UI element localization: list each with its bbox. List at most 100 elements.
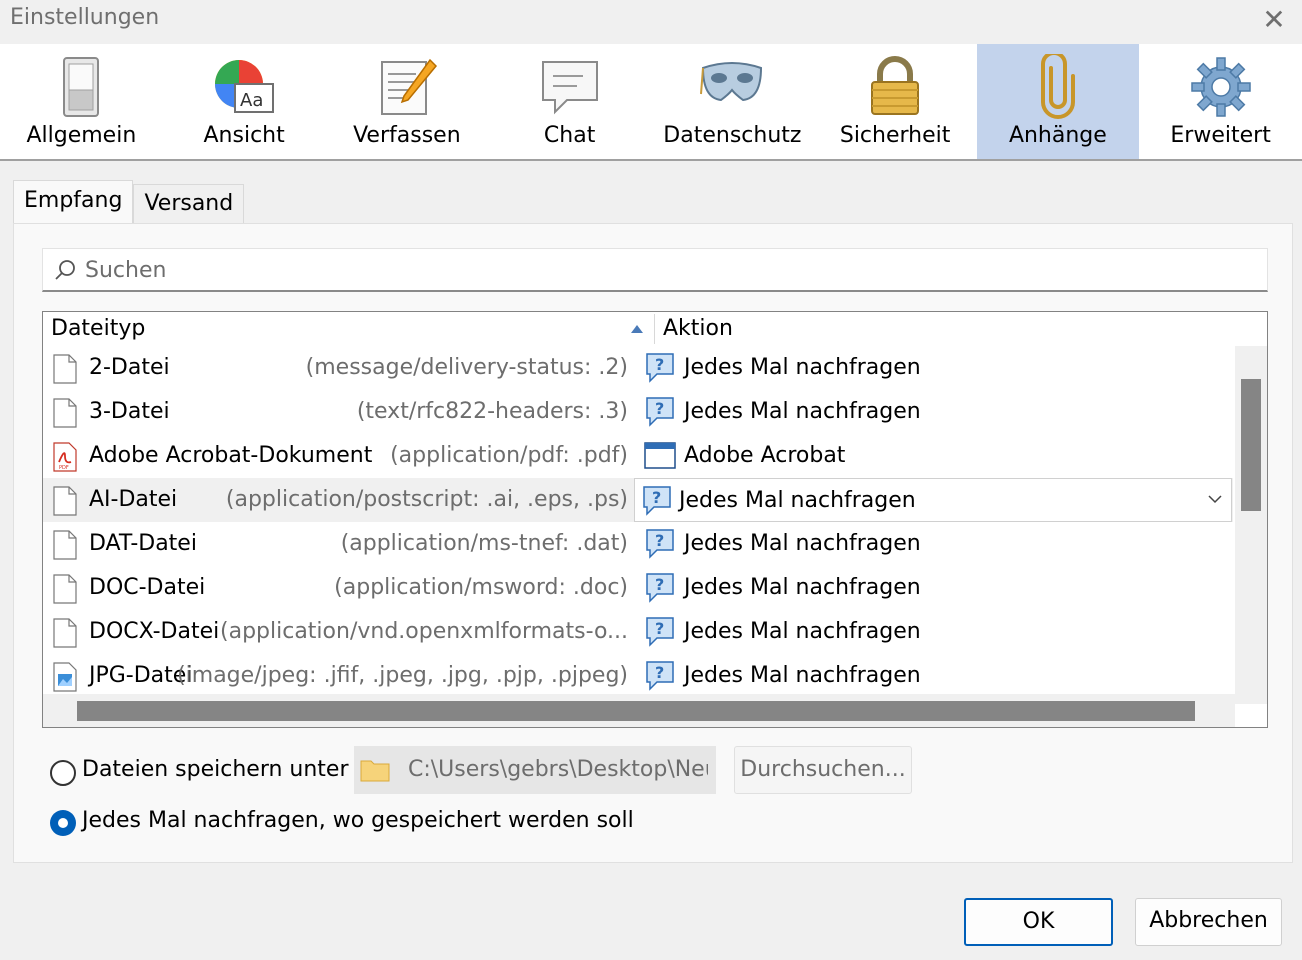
application-window-icon (644, 442, 676, 469)
document-icon (53, 354, 77, 384)
paperclip-icon (1040, 54, 1075, 119)
document-icon (53, 486, 77, 516)
action-label: Jedes Mal nachfragen (684, 355, 921, 380)
toolbar-button-erweitert[interactable]: Erweitert (1139, 44, 1302, 159)
ask-every-time-radio[interactable] (50, 810, 76, 836)
question-icon: ? (643, 486, 671, 516)
action-label: Jedes Mal nachfragen (684, 531, 921, 556)
action-label: Jedes Mal nachfragen (684, 619, 921, 644)
svg-text:Aa: Aa (240, 90, 263, 111)
document-icon (53, 398, 77, 428)
save-to-radio[interactable] (50, 760, 76, 786)
toolbar-button-verfassen[interactable]: Verfassen (326, 44, 489, 159)
column-header-dateityp[interactable]: Dateityp (51, 312, 145, 346)
cancel-button[interactable]: Abbrechen (1135, 898, 1282, 946)
toolbar-button-anhaenge[interactable]: Anhänge (976, 44, 1140, 159)
svg-text:PDF: PDF (59, 465, 69, 471)
mask-icon (700, 62, 763, 102)
save-path-text: C:\Users\gebrs\Desktop\Neu (408, 757, 708, 782)
table-header: Dateityp Aktion (43, 312, 1267, 346)
action-label: Jedes Mal nachfragen (684, 399, 921, 424)
question-icon: ? (646, 397, 674, 427)
toolbar-label: Ansicht (203, 123, 285, 148)
filetype-mime: (application/msword: .doc) (334, 575, 628, 600)
document-icon (53, 618, 77, 648)
question-icon: ? (646, 661, 674, 691)
action-label: Jedes Mal nachfragen (684, 663, 921, 688)
svg-text:?: ? (655, 531, 664, 550)
table-rows: 2-Datei (message/delivery-status: .2) ? … (43, 346, 1233, 698)
action-label: Jedes Mal nachfragen (684, 575, 921, 600)
sort-ascending-icon (631, 325, 643, 333)
filetype-name: 2-Datei (89, 355, 170, 380)
table-row[interactable]: 3-Datei (text/rfc822-headers: .3) ? Jede… (43, 390, 1233, 434)
toolbar-label: Verfassen (353, 123, 461, 148)
filetype-name: DAT-Datei (89, 531, 197, 556)
browse-button[interactable]: Durchsuchen... (734, 746, 912, 794)
toolbar-button-allgemein[interactable]: Allgemein (0, 44, 163, 159)
column-divider[interactable] (654, 314, 655, 344)
close-icon[interactable]: ✕ (1254, 2, 1294, 38)
svg-text:?: ? (655, 355, 664, 374)
filetype-name: Adobe Acrobat-Dokument (89, 443, 373, 468)
table-row[interactable]: 2-Datei (message/delivery-status: .2) ? … (43, 346, 1233, 390)
filetype-mime: (application/ms-tnef: .dat) (340, 531, 628, 556)
filetype-mime: (application/vnd.openxmlformats-o... (220, 619, 628, 644)
vertical-scrollbar[interactable] (1235, 346, 1267, 704)
toolbar-label: Datenschutz (663, 123, 802, 148)
tab-versand[interactable]: Versand (133, 184, 245, 224)
toolbar-button-ansicht[interactable]: Aa Ansicht (163, 44, 326, 159)
filetype-mime: (application/postscript: .ai, .eps, .ps) (225, 487, 628, 512)
horizontal-scrollbar-thumb[interactable] (77, 701, 1195, 721)
save-to-label[interactable]: Dateien speichern unter (82, 757, 349, 782)
question-icon: ? (646, 529, 674, 559)
toolbar-button-sicherheit[interactable]: Sicherheit (814, 44, 977, 159)
question-icon: ? (646, 573, 674, 603)
action-dropdown-value: Jedes Mal nachfragen (679, 488, 916, 513)
compose-icon (380, 58, 437, 115)
window-title: Einstellungen (10, 5, 160, 30)
column-header-aktion[interactable]: Aktion (663, 312, 733, 346)
horizontal-scrollbar[interactable] (43, 694, 1235, 727)
toolbar-label: Erweitert (1170, 123, 1271, 148)
table-row-selected[interactable]: AI-Datei (application/postscript: .ai, .… (43, 478, 1233, 522)
folder-icon (360, 760, 390, 782)
table-row[interactable]: PDF Adobe Acrobat-Dokument (application/… (43, 434, 1233, 478)
svg-text:?: ? (655, 575, 664, 594)
table-row[interactable]: DOCX-Datei (application/vnd.openxmlforma… (43, 610, 1233, 654)
pdf-icon: PDF (53, 442, 77, 472)
filetype-name: AI-Datei (89, 487, 178, 512)
document-icon (53, 530, 77, 560)
tab-empfang[interactable]: Empfang (13, 180, 134, 224)
filetype-mime: (image/jpeg: .jfif, .jpeg, .jpg, .pjp, .… (177, 663, 628, 688)
toolbar-button-datenschutz[interactable]: Datenschutz (651, 44, 814, 159)
toolbar-label: Sicherheit (839, 123, 951, 148)
vertical-scrollbar-thumb[interactable] (1241, 379, 1261, 511)
document-icon (53, 574, 77, 604)
search-box (42, 248, 1268, 292)
filetype-name: DOCX-Datei (89, 619, 220, 644)
switch-icon (63, 57, 100, 117)
search-input[interactable] (85, 255, 1245, 285)
table-row[interactable]: JPG-Datei (image/jpeg: .jfif, .jpeg, .jp… (43, 654, 1233, 698)
color-font-icon: Aa (215, 60, 275, 113)
table-row[interactable]: DAT-Datei (application/ms-tnef: .dat) ? … (43, 522, 1233, 566)
svg-text:?: ? (652, 488, 661, 507)
toolbar-label: Chat (543, 123, 596, 148)
filetype-mime: (text/rfc822-headers: .3) (356, 399, 628, 424)
action-dropdown[interactable]: ? Jedes Mal nachfragen (634, 478, 1232, 522)
toolbar-button-chat[interactable]: Chat (488, 44, 651, 159)
attachments-panel: Dateityp Aktion 2-Datei (message/deliver… (13, 223, 1293, 863)
filetype-name: DOC-Datei (89, 575, 206, 600)
question-icon: ? (646, 617, 674, 647)
table-row[interactable]: DOC-Datei (application/msword: .doc) ? J… (43, 566, 1233, 610)
ok-button[interactable]: OK (964, 898, 1113, 946)
filetype-name: 3-Datei (89, 399, 170, 424)
title-bar: Einstellungen ✕ (0, 0, 1302, 44)
svg-text:?: ? (655, 663, 664, 682)
ask-every-time-label[interactable]: Jedes Mal nachfragen, wo gespeichert wer… (82, 808, 634, 833)
chat-bubble-icon (541, 61, 598, 115)
question-icon: ? (646, 353, 674, 383)
padlock-icon (871, 56, 920, 115)
toolbar-label: Anhänge (1008, 123, 1107, 148)
